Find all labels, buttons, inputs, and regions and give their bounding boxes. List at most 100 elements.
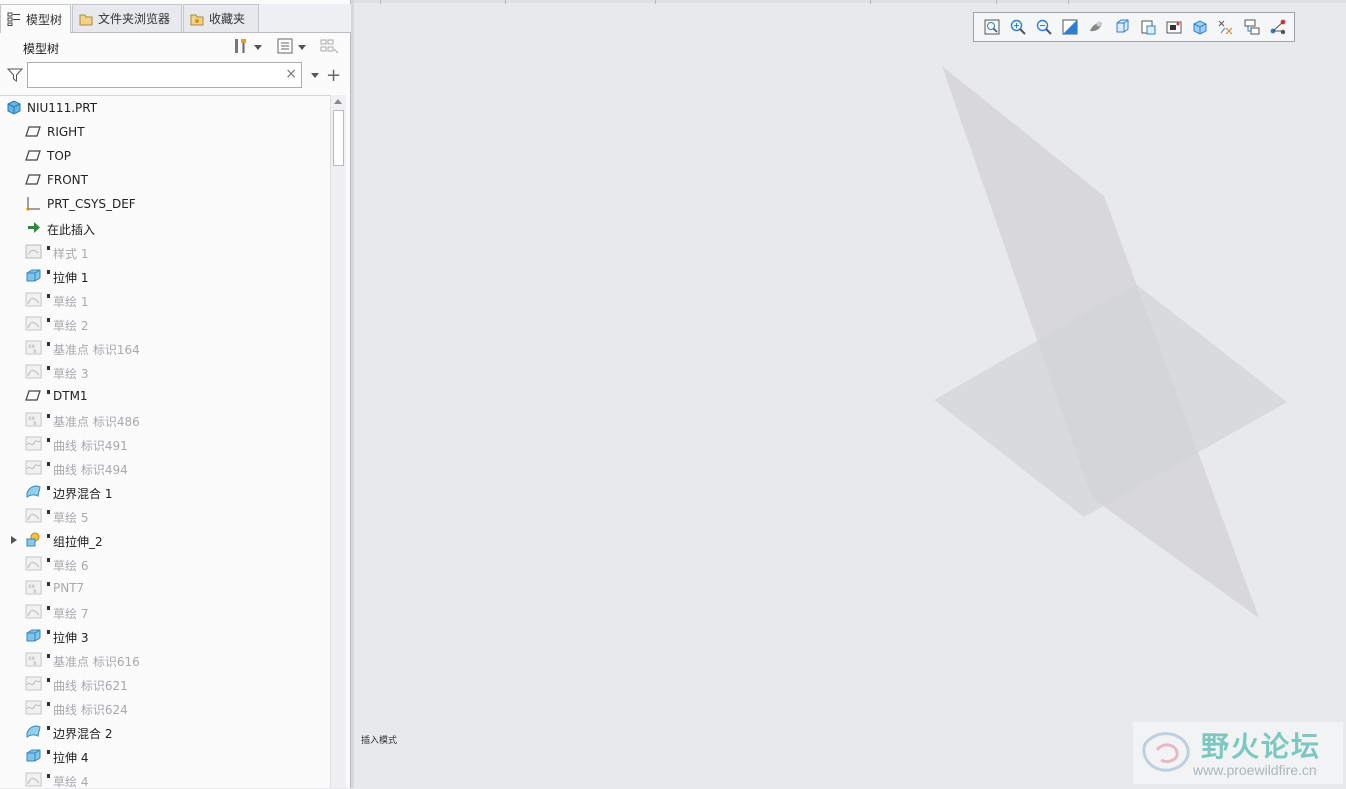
tree-item[interactable]: 拉伸 4 xyxy=(0,744,330,768)
tree-item[interactable]: 在此插入 xyxy=(0,216,330,240)
show-button[interactable] xyxy=(276,38,306,56)
tree-item[interactable]: 草绘 3 xyxy=(0,360,330,384)
csys-icon xyxy=(25,195,42,212)
tree-item[interactable]: 曲线 标识624 xyxy=(0,696,330,720)
tab-favorites[interactable]: 收藏夹 xyxy=(183,4,259,32)
zoom-out-button[interactable] xyxy=(1031,16,1057,38)
tree-item[interactable]: 草绘 2 xyxy=(0,312,330,336)
tree-item[interactable]: 拉伸 3 xyxy=(0,624,330,648)
search-input[interactable] xyxy=(32,64,276,88)
tree-item[interactable]: NIU111.PRT xyxy=(0,96,330,120)
status-marker-icon xyxy=(47,414,50,418)
add-filter-icon[interactable]: + xyxy=(326,65,341,86)
tree-item[interactable]: 曲线 标识491 xyxy=(0,432,330,456)
ribbon-edge xyxy=(354,0,1346,3)
tree-item[interactable]: xx x PNT7 xyxy=(0,576,330,600)
tree-item[interactable]: RIGHT xyxy=(0,120,330,144)
tree-item[interactable]: 草绘 1 xyxy=(0,288,330,312)
tree-item-label: 在此插入 xyxy=(47,223,96,237)
status-marker-icon xyxy=(47,534,50,538)
extrude-icon xyxy=(25,747,42,764)
saved-orientations-button[interactable] xyxy=(1109,16,1135,38)
display-style-icon xyxy=(1087,18,1105,36)
status-marker-icon xyxy=(47,558,50,562)
curve-icon xyxy=(25,675,42,692)
tree-item[interactable]: 边界混合 2 xyxy=(0,720,330,744)
tree-item-label: 拉伸 3 xyxy=(53,631,89,645)
tab-folder-browser[interactable]: 文件夹浏览器 xyxy=(72,4,182,32)
tree-item-label: PNT7 xyxy=(53,581,85,595)
tree-item[interactable]: TOP xyxy=(0,144,330,168)
settings-button[interactable] xyxy=(232,38,262,56)
status-marker-icon xyxy=(47,774,50,778)
tree-item-label: 拉伸 1 xyxy=(53,271,89,285)
navigator-tabbar: 模型树 文件夹浏览器 收藏夹 xyxy=(0,4,351,33)
column-setup-button[interactable] xyxy=(320,38,340,56)
tree-item-label: DTM1 xyxy=(53,389,88,403)
tree-item[interactable]: xx x 基准点 标识164 xyxy=(0,336,330,360)
svg-text:x: x xyxy=(33,420,37,427)
scroll-up-icon[interactable] xyxy=(334,99,342,104)
sketch-icon xyxy=(25,315,42,332)
tree-item-label: 曲线 标识494 xyxy=(53,463,128,477)
tree-item-label: 拉伸 4 xyxy=(53,751,89,765)
status-marker-icon xyxy=(47,510,50,514)
status-marker-icon xyxy=(47,366,50,370)
zoom-in-button[interactable] xyxy=(1005,16,1031,38)
tree-item[interactable]: 曲线 标识494 xyxy=(0,456,330,480)
tree-item[interactable]: FRONT xyxy=(0,168,330,192)
filter-icon[interactable] xyxy=(6,67,24,86)
filter-row: × + xyxy=(0,62,351,90)
tree-item[interactable]: 曲线 标识621 xyxy=(0,672,330,696)
section-button[interactable] xyxy=(1187,16,1213,38)
expand-arrow-icon[interactable] xyxy=(11,536,17,544)
tree-item[interactable]: 草绘 5 xyxy=(0,504,330,528)
folder-icon xyxy=(79,12,93,26)
tree-item[interactable]: 草绘 7 xyxy=(0,600,330,624)
tree-item-label: 样式 1 xyxy=(53,247,89,261)
graphics-toolbar xyxy=(973,12,1295,42)
refit-icon xyxy=(983,18,1001,36)
sketch-icon xyxy=(25,555,42,572)
perspective-view-button[interactable] xyxy=(1161,16,1187,38)
status-marker-icon xyxy=(47,246,50,250)
model-tree-panel: 模型树 文件夹浏览器 收藏夹 模型树 × + NIU111.PRT RIGHT … xyxy=(0,0,351,789)
tree-item[interactable]: xx x 基准点 标识616 xyxy=(0,648,330,672)
tree-scrollbar[interactable] xyxy=(330,95,346,788)
refit-button[interactable] xyxy=(979,16,1005,38)
tree-item[interactable]: 样式 1 xyxy=(0,240,330,264)
model-tree-list: NIU111.PRT RIGHT TOP FRONT PRT_CSYS_DEF 在此插入样… xyxy=(0,95,330,789)
view-manager-button[interactable] xyxy=(1135,16,1161,38)
tree-item[interactable]: 草绘 6 xyxy=(0,552,330,576)
datum-display-button[interactable] xyxy=(1213,16,1239,38)
tree-item-label: FRONT xyxy=(47,173,88,187)
tree-item[interactable]: PRT_CSYS_DEF xyxy=(0,192,330,216)
status-marker-icon xyxy=(47,270,50,274)
tree-item[interactable]: 边界混合 1 xyxy=(0,480,330,504)
svg-text:x: x xyxy=(33,348,37,355)
spin-center-button[interactable] xyxy=(1265,16,1291,38)
annotation-display-button[interactable] xyxy=(1239,16,1265,38)
tree-item-label: PRT_CSYS_DEF xyxy=(47,197,136,211)
tree-item[interactable]: 拉伸 1 xyxy=(0,264,330,288)
repaint-button[interactable] xyxy=(1057,16,1083,38)
tree-item[interactable]: 组拉伸_2 xyxy=(0,528,330,552)
status-marker-icon xyxy=(47,294,50,298)
tree-item[interactable]: DTM1 xyxy=(0,384,330,408)
watermark: 野火论坛 www.proewildfire.cn xyxy=(1133,722,1343,784)
tree-item[interactable]: xx x 基准点 标识486 xyxy=(0,408,330,432)
curve-icon xyxy=(25,459,42,476)
datum-plane-shape xyxy=(934,284,1287,517)
display-style-button[interactable] xyxy=(1083,16,1109,38)
tree-item-label: 曲线 标识621 xyxy=(53,679,128,693)
tab-model-tree[interactable]: 模型树 xyxy=(0,4,71,33)
clear-search-icon[interactable]: × xyxy=(285,66,297,82)
extrude-icon xyxy=(25,627,42,644)
watermark-title: 野火论坛 xyxy=(1201,730,1322,763)
tree-item-label: 基准点 标识486 xyxy=(53,415,140,429)
status-marker-icon xyxy=(47,486,50,490)
tree-item[interactable]: 草绘 4 xyxy=(0,768,330,789)
graphics-canvas[interactable] xyxy=(354,42,1346,788)
search-options-caret-icon[interactable] xyxy=(311,73,319,78)
scroll-thumb[interactable] xyxy=(333,110,344,166)
